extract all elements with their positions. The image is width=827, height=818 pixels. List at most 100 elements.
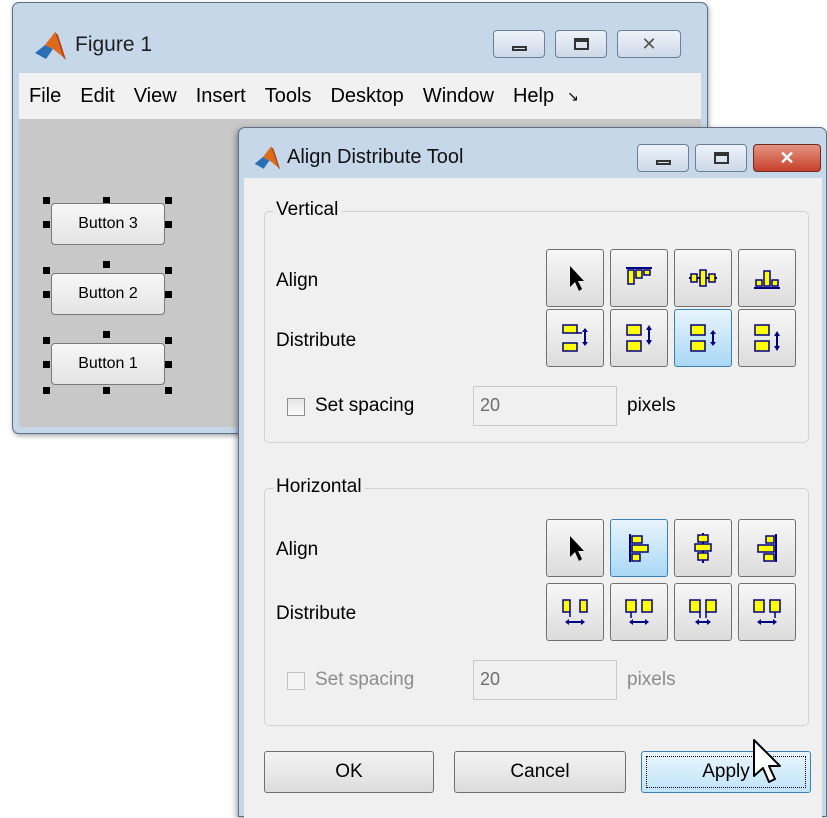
selected-control[interactable]: Button 2 (43, 261, 173, 323)
vertical-distribute-label: Distribute (276, 330, 357, 351)
distribute-horizontal-gap-button[interactable] (674, 583, 732, 641)
align-middle-button[interactable] (674, 249, 732, 307)
horizontal-group-title: Horizontal (273, 476, 365, 498)
menu-desktop[interactable]: Desktop (320, 85, 412, 108)
cancel-button[interactable]: Cancel (454, 751, 626, 793)
selection-handle[interactable] (43, 221, 50, 228)
minimize-icon (511, 45, 527, 51)
selection-handle[interactable] (165, 197, 172, 204)
horizontal-spacing-input[interactable]: 20 (473, 660, 617, 700)
distribute-left-icon (562, 599, 588, 625)
align-left-icon (629, 534, 649, 562)
selection-handle[interactable] (103, 387, 110, 394)
focus-rectangle (646, 756, 806, 788)
align-top-button[interactable] (610, 249, 668, 307)
selection-handle[interactable] (165, 387, 172, 394)
vertical-set-spacing-label[interactable]: Set spacing (315, 395, 414, 417)
minimize-button[interactable] (637, 144, 689, 172)
distribute-top-button[interactable] (546, 309, 604, 367)
align-bottom-button[interactable] (738, 249, 796, 307)
selection-handle[interactable] (43, 267, 50, 274)
vertical-group-title: Vertical (273, 199, 342, 221)
menu-view[interactable]: View (124, 85, 186, 108)
close-icon: ✕ (641, 34, 657, 54)
selected-control[interactable]: Button 1 (43, 331, 173, 394)
vertical-group: Vertical Align Distribute Set spacing 20… (264, 199, 809, 443)
selection-handle[interactable] (43, 361, 50, 368)
minimize-button[interactable] (493, 30, 545, 58)
selected-control[interactable]: Button 3 (43, 197, 173, 253)
maximize-button[interactable] (555, 30, 607, 58)
selection-handle[interactable] (43, 197, 50, 204)
horizontal-spacing-unit: pixels (627, 669, 676, 690)
selection-handle[interactable] (43, 387, 50, 394)
menu-tools[interactable]: Tools (255, 85, 321, 108)
vertical-spacing-unit: pixels (627, 395, 676, 416)
close-icon: ✕ (779, 148, 795, 168)
distribute-top-icon (562, 324, 588, 352)
figure-title: Figure 1 (75, 33, 153, 56)
selection-handle[interactable] (165, 221, 172, 228)
align-right-button[interactable] (738, 519, 796, 577)
align-right-icon (757, 534, 777, 562)
distribute-gap-button[interactable] (674, 309, 732, 367)
vertical-set-spacing-checkbox[interactable] (287, 398, 305, 416)
align-center-button[interactable] (674, 519, 732, 577)
vertical-spacing-input[interactable]: 20 (473, 386, 617, 426)
distribute-left-button[interactable] (546, 583, 604, 641)
distribute-gap-icon (689, 599, 717, 625)
distribute-middle-icon (626, 324, 652, 352)
menu-bar: File Edit View Insert Tools Desktop Wind… (19, 73, 701, 119)
menu-file[interactable]: File (19, 85, 70, 108)
vertical-align-pointer-button[interactable] (546, 249, 604, 307)
align-top-icon (626, 267, 652, 285)
align-distribute-window: Align Distribute Tool ✕ Vertical Align D… (238, 127, 827, 818)
selection-handle[interactable] (43, 291, 50, 298)
minimize-icon (655, 159, 671, 165)
horizontal-align-label: Align (276, 539, 319, 560)
button-2[interactable]: Button 2 (51, 273, 165, 315)
selection-handle[interactable] (103, 331, 110, 338)
selection-handle[interactable] (165, 337, 172, 344)
distribute-right-button[interactable] (738, 583, 796, 641)
horizontal-align-pointer-button[interactable] (546, 519, 604, 577)
tool-body: Vertical Align Distribute Set spacing 20… (244, 178, 822, 818)
align-bottom-icon (754, 270, 780, 289)
horizontal-set-spacing-label[interactable]: Set spacing (315, 669, 414, 691)
horizontal-distribute-label: Distribute (276, 603, 357, 624)
selection-handle[interactable] (165, 267, 172, 274)
align-middle-icon (689, 269, 717, 287)
button-3[interactable]: Button 3 (51, 203, 165, 245)
distribute-center-button[interactable] (610, 583, 668, 641)
maximize-button[interactable] (695, 144, 747, 172)
menu-overflow-icon[interactable]: ↘ (567, 88, 579, 105)
close-button[interactable]: ✕ (753, 144, 821, 172)
close-button[interactable]: ✕ (617, 30, 681, 58)
menu-edit[interactable]: Edit (70, 85, 123, 108)
matlab-logo-icon (254, 146, 281, 170)
selection-handle[interactable] (165, 291, 172, 298)
maximize-icon (713, 152, 729, 164)
ok-button[interactable]: OK (264, 751, 434, 793)
distribute-bottom-button[interactable] (738, 309, 796, 367)
button-1[interactable]: Button 1 (51, 343, 165, 385)
vertical-align-label: Align (276, 270, 319, 291)
align-center-icon (694, 533, 712, 563)
align-left-button[interactable] (610, 519, 668, 577)
menu-help[interactable]: Help (503, 85, 563, 108)
selection-handle[interactable] (43, 337, 50, 344)
figure-title-bar[interactable]: Figure 1 ✕ (13, 3, 707, 73)
menu-insert[interactable]: Insert (186, 85, 255, 108)
menu-window[interactable]: Window (413, 85, 503, 108)
distribute-bottom-icon (754, 324, 780, 352)
apply-button[interactable]: Apply (641, 751, 811, 793)
selection-handle[interactable] (103, 261, 110, 268)
tool-title: Align Distribute Tool (287, 146, 464, 168)
horizontal-group: Horizontal Align Distribute Set spacing … (264, 476, 809, 726)
horizontal-set-spacing-checkbox[interactable] (287, 672, 305, 690)
pointer-icon (570, 536, 584, 561)
distribute-middle-button[interactable] (610, 309, 668, 367)
selection-handle[interactable] (165, 361, 172, 368)
distribute-center-icon (625, 599, 653, 625)
distribute-right-icon (753, 599, 781, 625)
